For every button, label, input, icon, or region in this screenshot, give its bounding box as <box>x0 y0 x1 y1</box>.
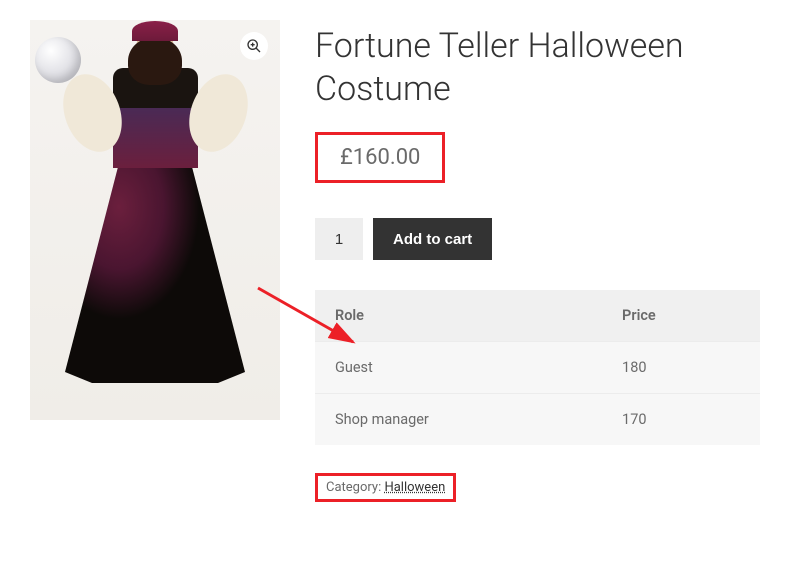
table-header-row: Role Price <box>315 290 760 342</box>
table-row: Guest 180 <box>315 342 760 394</box>
price-highlight: £160.00 <box>315 132 445 183</box>
role-price-table: Role Price Guest 180 Shop manager 170 <box>315 290 760 445</box>
product-gallery <box>30 20 280 502</box>
quantity-input[interactable] <box>315 218 363 260</box>
category-link[interactable]: Halloween <box>384 480 445 495</box>
add-to-cart-button[interactable]: Add to cart <box>373 218 492 260</box>
product-title: Fortune Teller Halloween Costume <box>315 25 760 110</box>
cell-price: 180 <box>602 342 760 394</box>
col-price: Price <box>602 290 760 342</box>
cell-price: 170 <box>602 394 760 446</box>
product-page: Fortune Teller Halloween Costume £160.00… <box>0 0 790 522</box>
cell-role: Guest <box>315 342 602 394</box>
cell-role: Shop manager <box>315 394 602 446</box>
category-highlight: Category: Halloween <box>315 473 456 502</box>
col-role: Role <box>315 290 602 342</box>
category-label: Category: <box>326 480 381 495</box>
add-to-cart-form: Add to cart <box>315 218 760 260</box>
product-details: Fortune Teller Halloween Costume £160.00… <box>315 20 760 502</box>
zoom-in-icon[interactable] <box>240 32 268 60</box>
product-image[interactable] <box>30 20 280 420</box>
product-price: £160.00 <box>340 145 420 170</box>
table-row: Shop manager 170 <box>315 394 760 446</box>
